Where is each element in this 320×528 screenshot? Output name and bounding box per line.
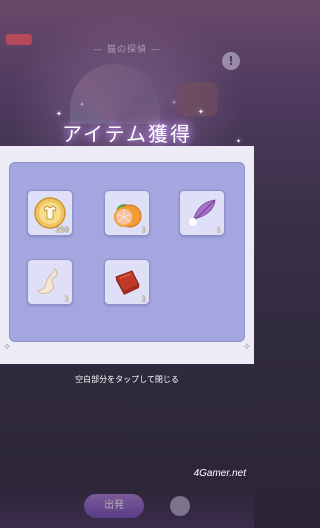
red-block-icon [115, 270, 140, 295]
sparkle-icon: ✧ [172, 100, 177, 106]
background-header-title: — 猫の探偵 — [93, 45, 161, 55]
item-quantity: 250 [55, 226, 69, 234]
reward-panel: 250 1 1 1 1 ✧ ✧ [0, 146, 254, 364]
item-slot-feather[interactable]: 1 [179, 190, 225, 236]
menu-round-button[interactable] [170, 496, 190, 516]
item-quantity: 1 [64, 295, 69, 303]
shirt-coin-icon [34, 197, 66, 229]
alert-icon[interactable]: ! [222, 52, 240, 70]
item-slot-shirt-coin[interactable]: 250 [27, 190, 73, 236]
feather-icon [189, 199, 216, 226]
cloth-icon [37, 268, 58, 295]
corner-ornament-icon: ✧ [3, 342, 12, 353]
item-quantity: 1 [141, 226, 146, 234]
depart-button[interactable]: 出発 [84, 494, 144, 518]
item-quantity: 1 [141, 295, 146, 303]
corner-ornament-icon: ✧ [242, 342, 251, 353]
sparkle-icon: ✧ [80, 102, 85, 108]
item-quantity: 1 [216, 226, 221, 234]
item-slot-cloth-piece[interactable]: 1 [27, 259, 73, 305]
popup-title: アイテム獲得 [62, 122, 192, 146]
sparkle-icon: ✦ [56, 110, 62, 118]
item-slot-grapefruit[interactable]: 1 [104, 190, 150, 236]
close-hint[interactable]: 空白部分をタップして閉じる [0, 374, 254, 385]
sparkle-icon: ✦ [198, 108, 204, 116]
grapefruit-icon [114, 204, 142, 228]
background-badge [6, 34, 32, 45]
watermark: 4Gamer.net [193, 468, 246, 479]
reward-grid: 250 1 1 1 1 [9, 162, 245, 342]
item-slot-red-block[interactable]: 1 [104, 259, 150, 305]
